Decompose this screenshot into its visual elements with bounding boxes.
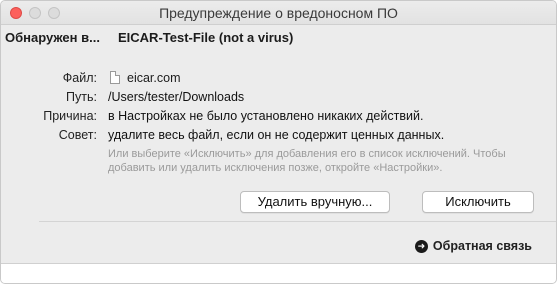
reason-value: в Настройках не было установлено никаких… <box>108 109 424 123</box>
document-icon <box>110 71 120 84</box>
detection-label: Обнаружен в... <box>5 30 100 45</box>
path-value: /Users/tester/Downloads <box>108 90 245 104</box>
threat-name: EICAR-Test-File (not a virus) <box>118 30 294 45</box>
exclude-hint: Или выберите «Исключить» для добавления … <box>108 148 506 174</box>
title-bar: Предупреждение о вредоносном ПО <box>1 1 556 25</box>
delete-manually-button[interactable]: Удалить вручную... <box>240 191 390 213</box>
path-label: Путь: <box>66 90 97 104</box>
advice-value: удалите весь файл, если он не содержит ц… <box>108 128 445 142</box>
divider <box>39 221 556 222</box>
malware-warning-window: Предупреждение о вредоносном ПО Обнаруже… <box>0 0 557 284</box>
file-label: Файл: <box>62 71 97 85</box>
arrow-right-circle-icon: ➜ <box>414 239 428 253</box>
bottom-panel <box>1 263 556 283</box>
feedback-label: Обратная связь <box>432 239 532 253</box>
feedback-link[interactable]: ➜ Обратная связь <box>414 239 532 253</box>
window-title: Предупреждение о вредоносном ПО <box>159 5 398 21</box>
advice-label: Совет: <box>58 128 97 142</box>
reason-label: Причина: <box>43 109 97 123</box>
file-value: eicar.com <box>127 71 181 85</box>
exclude-button[interactable]: Исключить <box>422 191 534 213</box>
